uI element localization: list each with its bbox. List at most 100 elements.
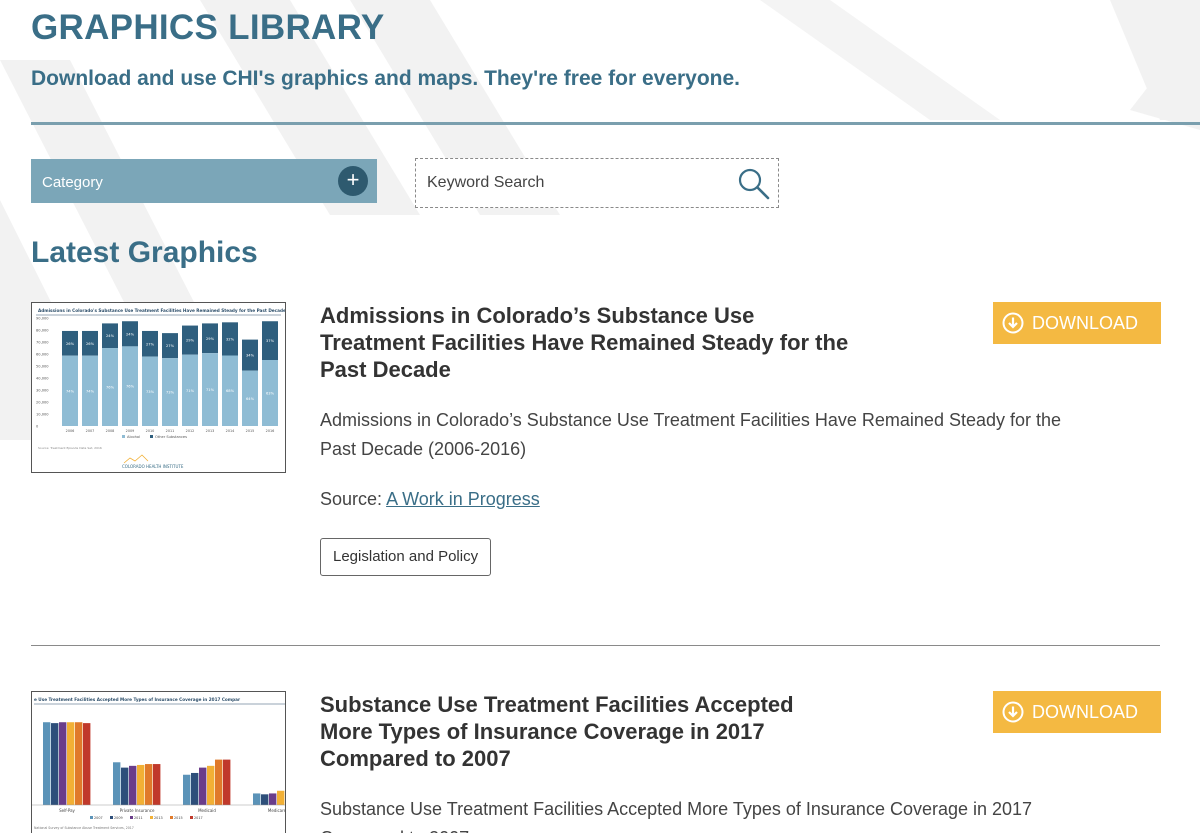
- thumb-x-tick: Medicaid: [198, 808, 216, 813]
- page-title: GRAPHICS LIBRARY: [31, 8, 385, 47]
- thumb-legend-label: Alcohol: [127, 435, 140, 439]
- thumb-legend-label: 2011: [134, 816, 143, 820]
- category-label: Category: [42, 174, 103, 191]
- thumb-x-tick: 2015: [246, 429, 255, 433]
- graphic-thumbnail[interactable]: Admissions in Colorado's Substance Use T…: [31, 302, 286, 473]
- thumb-label-other: 24%: [126, 332, 135, 336]
- thumb-y-tick: 30,000: [36, 389, 49, 393]
- download-button[interactable]: DOWNLOAD: [993, 691, 1161, 733]
- thumb-bar: [277, 790, 285, 805]
- thumbnail-chart: e Use Treatment Facilities Accepted More…: [32, 697, 285, 830]
- thumb-x-tick: Medicare: [268, 808, 285, 813]
- thumb-bar: [75, 722, 83, 805]
- thumb-y-tick: 80,000: [36, 329, 49, 333]
- thumb-bar: [51, 723, 59, 805]
- keyword-search-input[interactable]: [427, 171, 727, 195]
- thumb-label-alcohol: 71%: [186, 389, 195, 393]
- thumb-legend-label: 2009: [114, 816, 123, 820]
- thumb-x-tick: 2007: [86, 429, 95, 433]
- thumb-bar: [253, 793, 261, 805]
- thumb-label-other: 27%: [146, 342, 155, 346]
- thumb-legend-swatch: [170, 816, 173, 819]
- thumb-title: Admissions in Colorado's Substance Use T…: [38, 308, 285, 313]
- thumb-x-tick: 2013: [206, 429, 215, 433]
- thumb-x-tick: 2006: [66, 429, 75, 433]
- thumb-legend-label: 2015: [174, 816, 183, 820]
- thumb-bar: [153, 764, 161, 805]
- thumb-y-tick: 20,000: [36, 401, 49, 405]
- thumb-x-tick: Self-Pay: [59, 808, 75, 813]
- thumb-x-tick: 2014: [226, 429, 235, 433]
- thumb-bar: [145, 764, 153, 805]
- thumb-bar: [261, 794, 269, 805]
- thumb-bar: [215, 759, 223, 805]
- thumb-x-tick: Private Insurance: [120, 808, 155, 813]
- download-label: DOWNLOAD: [1032, 702, 1139, 722]
- graphic-description: Admissions in Colorado’s Substance Use T…: [320, 410, 1062, 459]
- thumb-label-alcohol: 74%: [86, 389, 95, 393]
- thumb-bar: [129, 765, 137, 805]
- search-icon[interactable]: [736, 166, 772, 202]
- category-filter-button[interactable]: Category +: [31, 159, 377, 203]
- download-button[interactable]: DOWNLOAD: [993, 302, 1161, 344]
- thumb-legend-label: 2007: [94, 816, 103, 820]
- thumb-legend-swatch: [150, 816, 153, 819]
- graphic-description: Substance Use Treatment Facilities Accep…: [320, 799, 1033, 833]
- category-tag[interactable]: Legislation and Policy: [320, 538, 492, 576]
- thumb-bar: [191, 772, 199, 805]
- graphic-title[interactable]: Substance Use Treatment Facilities Accep…: [320, 691, 850, 772]
- thumb-legend-swatch: [130, 816, 133, 819]
- thumb-y-tick: 10,000: [36, 413, 49, 417]
- thumb-bar: [113, 762, 121, 805]
- thumb-label-other: 27%: [166, 344, 175, 348]
- thumb-bar: [137, 764, 145, 805]
- download-label: DOWNLOAD: [1032, 313, 1139, 333]
- source-link[interactable]: A Work in Progress: [386, 489, 540, 509]
- thumb-bar: [83, 723, 91, 805]
- thumb-label-other: 26%: [66, 342, 75, 346]
- thumb-bar: [223, 759, 231, 805]
- thumb-label-alcohol: 63%: [266, 392, 275, 396]
- thumb-label-alcohol: 64%: [246, 397, 255, 401]
- thumb-title: e Use Treatment Facilities Accepted More…: [34, 697, 241, 702]
- thumb-x-tick: 2010: [146, 429, 155, 433]
- thumb-legend-swatch: [150, 435, 153, 438]
- header-divider: [31, 122, 1200, 125]
- thumb-label-other: 29%: [186, 339, 195, 343]
- thumb-label-other: 34%: [246, 354, 255, 358]
- thumb-source-note: National Survey of Substance Abuse Treat…: [34, 826, 134, 830]
- thumb-label-alcohol: 76%: [126, 385, 135, 389]
- thumb-x-tick: 2011: [166, 429, 175, 433]
- thumb-legend-swatch: [90, 816, 93, 819]
- thumb-x-tick: 2008: [106, 429, 115, 433]
- thumb-x-tick: 2016: [266, 429, 275, 433]
- thumb-x-tick: 2012: [186, 429, 195, 433]
- thumb-label-other: 29%: [206, 337, 215, 341]
- thumb-bar: [183, 774, 191, 805]
- download-icon: [1002, 312, 1024, 334]
- thumb-bar: [269, 793, 277, 805]
- thumb-bar: [67, 722, 75, 805]
- thumb-legend-swatch: [190, 816, 193, 819]
- graphic-thumbnail[interactable]: e Use Treatment Facilities Accepted More…: [31, 691, 286, 833]
- thumb-label-alcohol: 73%: [166, 391, 175, 395]
- graphic-title[interactable]: Admissions in Colorado’s Substance Use T…: [320, 302, 850, 383]
- thumb-label-other: 32%: [226, 337, 235, 341]
- thumb-legend-swatch: [122, 435, 125, 438]
- thumb-y-tick: 50,000: [36, 365, 49, 369]
- thumb-logo-text: COLORADO HEALTH INSTITUTE: [122, 464, 184, 469]
- thumb-y-tick: 60,000: [36, 353, 49, 357]
- thumb-y-tick: 40,000: [36, 377, 49, 381]
- page-subtitle: Download and use CHI's graphics and maps…: [31, 67, 741, 90]
- thumb-source-note: Source: Treatment Episode Data Set, 2016: [38, 446, 102, 450]
- thumb-legend-label: 2013: [154, 816, 163, 820]
- section-heading: Latest Graphics: [31, 236, 258, 269]
- thumb-bar: [43, 722, 51, 805]
- thumb-label-alcohol: 68%: [226, 389, 235, 393]
- graphic-card: Admissions in Colorado's Substance Use T…: [31, 302, 1161, 602]
- thumb-label-other: 24%: [106, 334, 115, 338]
- thumb-label-alcohol: 76%: [106, 386, 115, 390]
- thumb-y-tick: 0: [36, 425, 39, 429]
- thumb-legend-label: Other Substances: [155, 435, 187, 439]
- plus-icon: +: [338, 166, 368, 196]
